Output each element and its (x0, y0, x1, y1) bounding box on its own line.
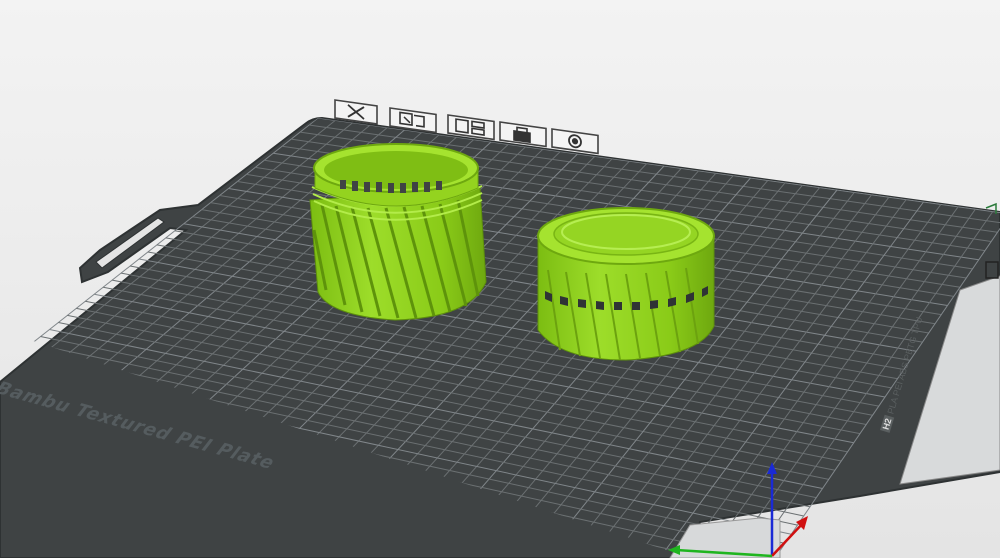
plate-surface (0, 116, 1000, 558)
plate-settings-button[interactable] (551, 128, 599, 155)
build-plate[interactable] (0, 116, 1000, 558)
knurled-container-lid[interactable] (537, 207, 715, 361)
knurled-container-body[interactable] (309, 143, 487, 321)
3d-viewport[interactable] (0, 0, 1000, 558)
